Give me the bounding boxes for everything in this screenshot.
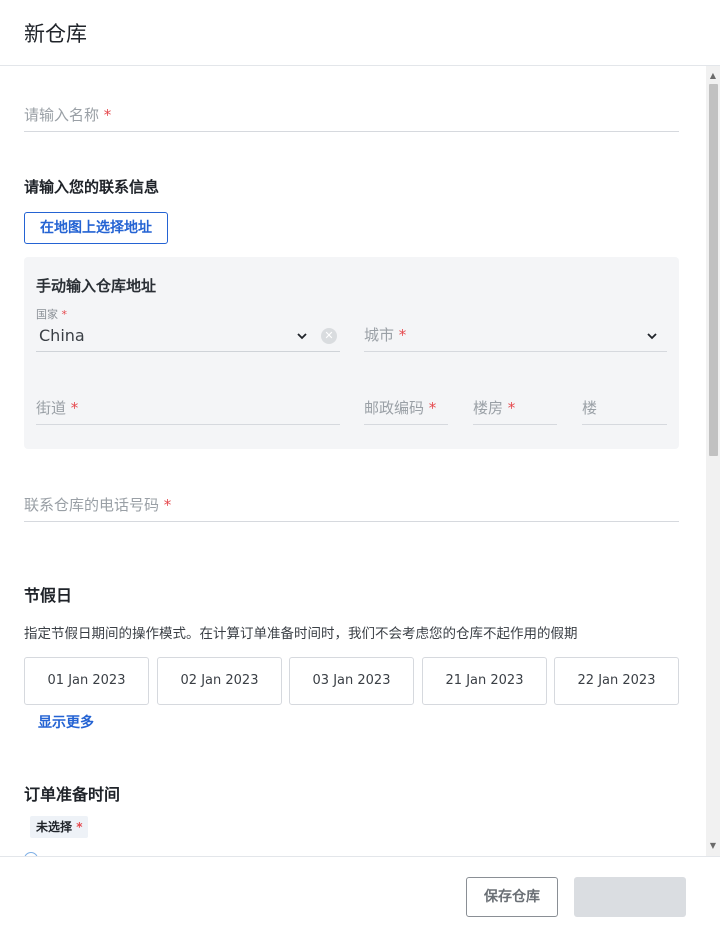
building-placeholder: 楼房	[473, 399, 504, 417]
phone-input[interactable]: 联系仓库的电话号码 *	[24, 488, 679, 522]
holidays-description: 指定节假日期间的操作模式。在计算订单准备时间时，我们不会考虑您的仓库不起作用的假…	[24, 626, 578, 642]
city-select[interactable]: 城市 *	[364, 319, 667, 352]
floor-placeholder: 楼	[582, 399, 598, 417]
holiday-date-chip[interactable]: 02 Jan 2023	[157, 657, 282, 705]
country-underline	[36, 351, 340, 352]
vertical-scrollbar[interactable]: ▲ ▼	[706, 66, 720, 856]
country-label: 国家 *	[36, 308, 67, 321]
street-placeholder: 街道	[36, 399, 67, 417]
scroll-up-arrow-icon[interactable]: ▲	[709, 72, 717, 80]
holiday-date-chip[interactable]: 21 Jan 2023	[422, 657, 547, 705]
holiday-date-chip[interactable]: 03 Jan 2023	[289, 657, 414, 705]
manual-address-box: 手动输入仓库地址 国家 * China ✕ 城市 * 街道 * 邮政编码 * 楼…	[24, 257, 679, 449]
city-placeholder: 城市	[364, 326, 395, 344]
name-input[interactable]: 请输入名称 *	[24, 100, 679, 132]
postal-placeholder: 邮政编码	[364, 399, 425, 417]
secondary-action-button[interactable]	[574, 877, 686, 917]
floor-input[interactable]: 楼	[582, 389, 667, 425]
chevron-down-icon[interactable]	[647, 331, 657, 341]
holiday-dates: 01 Jan 2023 02 Jan 2023 03 Jan 2023 21 J…	[24, 657, 679, 705]
building-input[interactable]: 楼房 *	[473, 389, 557, 425]
scroll-down-arrow-icon[interactable]: ▼	[709, 842, 717, 850]
save-warehouse-button[interactable]: 保存仓库	[466, 877, 558, 917]
holiday-date-chip[interactable]: 22 Jan 2023	[554, 657, 679, 705]
show-more-link[interactable]: 显示更多	[38, 712, 94, 732]
dialog-footer: 保存仓库	[0, 856, 720, 936]
dialog-header: 新仓库	[0, 0, 720, 66]
holidays-section-title: 节假日	[24, 586, 73, 605]
country-select-value[interactable]: China	[39, 326, 85, 345]
postal-code-input[interactable]: 邮政编码 *	[364, 389, 448, 425]
select-on-map-button[interactable]: 在地图上选择地址	[24, 212, 168, 244]
prep-time-section-title: 订单准备时间	[24, 785, 121, 804]
holiday-date-chip[interactable]: 01 Jan 2023	[24, 657, 149, 705]
contact-section-title: 请输入您的联系信息	[24, 178, 160, 196]
prep-time-status-tag: 未选择 *	[30, 816, 89, 838]
phone-placeholder: 联系仓库的电话号码	[24, 496, 160, 514]
clear-icon[interactable]: ✕	[321, 328, 337, 344]
manual-address-title: 手动输入仓库地址	[36, 277, 157, 295]
page-title: 新仓库	[24, 22, 87, 46]
required-mark: *	[103, 106, 112, 124]
street-input[interactable]: 街道 *	[36, 389, 340, 425]
form-scroll-area: 请输入名称 * 请输入您的联系信息 在地图上选择地址 手动输入仓库地址 国家 *…	[0, 66, 720, 856]
chevron-down-icon[interactable]	[297, 331, 307, 341]
scrollbar-thumb[interactable]	[709, 84, 718, 456]
name-placeholder: 请输入名称	[24, 106, 100, 124]
